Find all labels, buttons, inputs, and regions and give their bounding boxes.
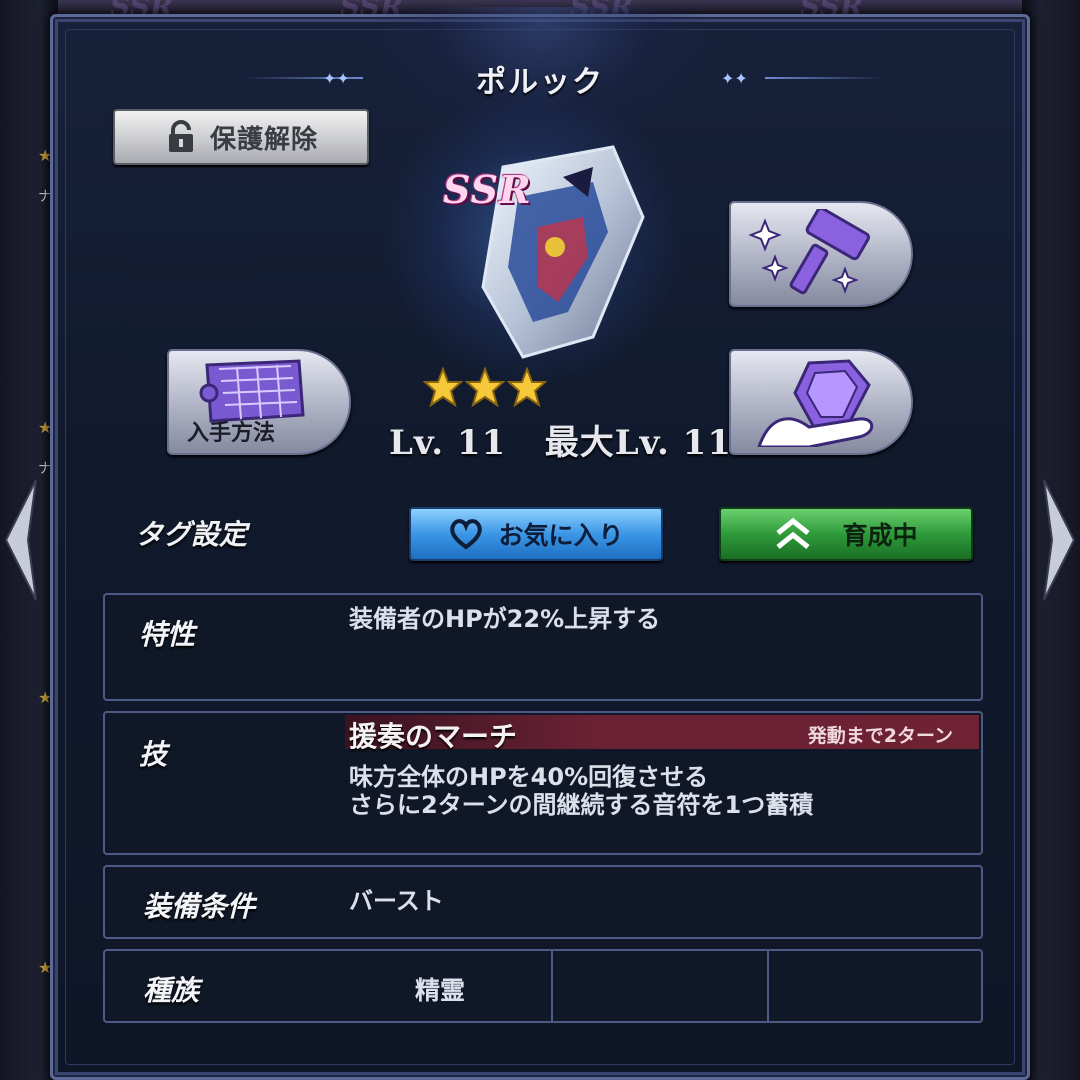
acquire-method-button[interactable]: 入手方法	[167, 349, 351, 455]
equip-condition-value: バースト	[349, 887, 444, 915]
star-rating	[423, 367, 547, 407]
race-cell-divider	[551, 951, 553, 1021]
training-tag-label: 育成中	[842, 521, 918, 550]
double-chevron-up-icon	[776, 517, 811, 549]
race-label: 種族	[143, 974, 200, 1007]
star-icon	[423, 367, 463, 407]
star-icon	[507, 367, 547, 407]
hammer-sparkle-icon	[748, 209, 871, 295]
acquire-method-label: 入手方法	[187, 421, 276, 446]
rarity-badge: SSR	[443, 167, 532, 212]
gem-hand-icon	[757, 359, 874, 447]
heart-icon	[450, 519, 483, 550]
skill-description-line2: さらに2ターンの間継続する音符を1つ蓄積	[349, 791, 814, 819]
race-box: 種族 精霊	[103, 949, 983, 1023]
lock-open-icon	[168, 120, 193, 152]
trait-box: 特性 装備者のHPが22%上昇する	[103, 593, 983, 701]
favorite-tag-button[interactable]: お気に入り	[409, 507, 663, 561]
race-value: 精霊	[415, 976, 466, 1005]
trait-text: 装備者のHPが22%上昇する	[349, 605, 661, 633]
item-detail-dialog: ✦✦ ✦✦ ポルック 保護解除 SSR Lv. 11 最大Lv. 11 入手方法…	[50, 7, 1030, 1080]
enhance-button[interactable]	[729, 201, 913, 307]
unlock-protection-button[interactable]: 保護解除	[113, 109, 369, 165]
next-item-arrow[interactable]	[1040, 470, 1080, 610]
star-icon	[465, 367, 505, 407]
equip-condition-box: 装備条件 バースト	[103, 865, 983, 939]
race-cell-divider	[767, 951, 769, 1021]
skill-box: 技 援奏のマーチ 発動まで2ターン 味方全体のHPを40%回復させる さらに2タ…	[103, 711, 983, 855]
skill-name: 援奏のマーチ	[349, 720, 518, 753]
limit-break-button[interactable]	[729, 349, 913, 455]
prev-item-arrow[interactable]	[0, 470, 40, 610]
skill-turns: 発動まで2ターン	[807, 725, 953, 747]
chevron-right-icon	[1043, 479, 1076, 601]
unlock-protection-label: 保護解除	[209, 124, 318, 155]
chevron-left-icon	[4, 479, 37, 601]
level-text: Lv. 11 最大Lv. 11	[389, 423, 732, 463]
tag-settings-label: タグ設定	[135, 518, 248, 551]
equip-condition-label: 装備条件	[143, 890, 256, 923]
skill-label: 技	[139, 738, 168, 771]
skill-description-line1: 味方全体のHPを40%回復させる	[349, 763, 709, 791]
trait-label: 特性	[139, 618, 196, 651]
training-tag-button[interactable]: 育成中	[719, 507, 973, 561]
favorite-tag-label: お気に入り	[498, 521, 624, 550]
